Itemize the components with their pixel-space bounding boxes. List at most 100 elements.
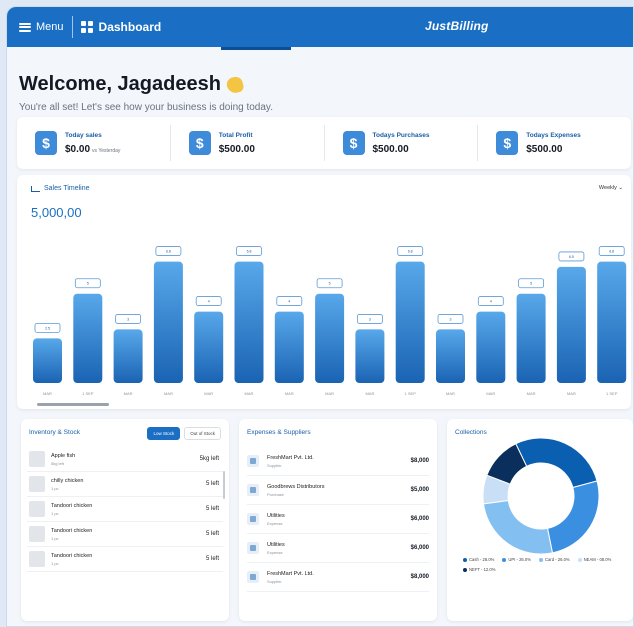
bar-value-label: 6.8 <box>609 250 614 254</box>
bar[interactable] <box>194 311 224 383</box>
bar-value-label: 5 <box>530 282 532 286</box>
expense-row[interactable]: FreshMart Pvt. Ltd. Supplier $8,000 <box>247 447 429 476</box>
inventory-row[interactable]: Tandoori chicken 1 pc 5 left <box>27 522 223 547</box>
stock-left: 5 left <box>205 506 219 512</box>
stats-bar: $ Today sales $0.00 vs Yesterday $ Total … <box>17 117 631 169</box>
donut-slice-card[interactable] <box>482 499 554 555</box>
bar[interactable] <box>516 293 546 383</box>
stat-value: $0.00 vs Yesterday <box>65 143 121 155</box>
bar[interactable] <box>113 329 143 383</box>
x-tick-label: MAR <box>164 391 173 396</box>
bar[interactable] <box>73 293 103 383</box>
legend-item: NEFT - 12.0% <box>463 567 495 572</box>
bar-value-label: 5 <box>329 282 331 286</box>
bar[interactable] <box>476 311 506 383</box>
horizontal-scrollbar[interactable] <box>37 403 109 406</box>
expense-amount: $8,000 <box>410 458 429 464</box>
stock-left: 5kg left <box>199 456 219 462</box>
grid-icon <box>80 21 93 33</box>
supplier-icon <box>247 513 259 525</box>
stat-today-sales[interactable]: $ Today sales $0.00 vs Yesterday <box>17 125 170 161</box>
product-qty: 1 pc <box>51 510 59 516</box>
bar-value-label: 6.5 <box>569 255 574 259</box>
supplier-type: Purchase <box>267 491 284 497</box>
product-qty: 1 pc <box>51 535 59 541</box>
bar-value-label: 4 <box>490 300 492 304</box>
product-thumbnail <box>29 526 45 542</box>
product-qty: 1 pc <box>51 560 59 566</box>
inventory-row[interactable]: Tandoori chicken 1 pc 5 left <box>27 547 223 572</box>
inventory-list: Apple fish 5kg left 5kg left chilly chicken… <box>27 447 223 572</box>
welcome-section: Welcome, Jagadeesh You're all set! Let's… <box>7 47 633 113</box>
inventory-row[interactable]: chilly chicken 1 pc 5 left <box>27 472 223 497</box>
x-tick-label: MAR <box>446 391 455 396</box>
stock-left: 5 left <box>205 481 219 487</box>
stat-total-profit[interactable]: $ Total Profit $500.00 <box>169 125 324 161</box>
x-tick-label: MAR <box>325 391 334 396</box>
expenses-panel: Expenses & Suppliers FreshMart Pvt. Ltd.… <box>239 419 437 621</box>
stat-label: Today sales <box>65 131 102 139</box>
bar[interactable] <box>315 293 345 383</box>
stat-label: Total Profit <box>218 131 253 139</box>
legend-dot <box>577 557 582 562</box>
stat-todays-expenses[interactable]: $ Todays Expenses $500.00 <box>477 125 631 161</box>
inventory-row[interactable]: Apple fish 5kg left 5kg left <box>27 447 223 472</box>
legend-item: Card - 26.0% <box>538 557 570 562</box>
supplier-icon <box>247 455 259 467</box>
bar-value-label: 3 <box>369 317 371 321</box>
dollar-icon: $ <box>342 131 365 155</box>
bar[interactable] <box>556 266 586 383</box>
dashboard-label: Dashboard <box>98 20 162 34</box>
stat-label: Todays Purchases <box>372 131 430 139</box>
dashboard-nav[interactable]: Dashboard <box>80 20 162 34</box>
dollar-icon: $ <box>35 131 57 155</box>
expense-amount: $5,000 <box>410 487 429 493</box>
bar[interactable] <box>355 329 385 383</box>
expense-row[interactable]: FreshMart Pvt. Ltd. Supplier $8,000 <box>247 563 429 592</box>
bar[interactable] <box>395 261 425 383</box>
expense-amount: $6,000 <box>410 516 429 522</box>
expenses-list: FreshMart Pvt. Ltd. Supplier $8,000 Goodbre… <box>247 447 429 592</box>
bar-value-label: 2.5 <box>45 326 50 330</box>
menu-button[interactable]: Menu <box>19 21 64 33</box>
bar[interactable] <box>33 338 62 383</box>
supplier-icon <box>247 571 259 583</box>
expense-row[interactable]: Utilities Expense $6,000 <box>247 534 429 563</box>
inventory-row[interactable]: Tandoori chicken 1 pc 5 left <box>27 497 223 522</box>
supplier-name: Goodbrews Distributors <box>267 483 325 490</box>
inventory-panel: Inventory & Stock Low Stock Out of Stock… <box>21 419 229 621</box>
x-tick-label: MAR <box>124 391 133 396</box>
product-thumbnail <box>29 551 45 567</box>
x-tick-label: MAR <box>245 391 254 396</box>
bar[interactable] <box>234 261 264 383</box>
stat-value: $500.00 <box>372 143 409 155</box>
collections-legend: Cash - 28.0% UPI - 26.0% Card - 26.0% NEAM … <box>463 557 631 572</box>
bar[interactable] <box>436 329 465 383</box>
expense-row[interactable]: Goodbrews Distributors Purchase $5,000 <box>247 476 429 505</box>
tab-low-stock[interactable]: Low Stock <box>147 427 181 440</box>
stat-label: Todays Expenses <box>526 131 581 139</box>
legend-item: NEAM - 08.0% <box>577 557 611 562</box>
stat-todays-purchases[interactable]: $ Todays Purchases $500.00 <box>323 125 478 161</box>
wave-hand-icon <box>225 74 245 95</box>
supplier-name: FreshMart Pvt. Ltd. <box>267 454 314 461</box>
tab-out-of-stock[interactable]: Out of Stock <box>184 427 221 440</box>
bar-value-label: 6.8 <box>408 250 413 254</box>
bar[interactable] <box>274 311 304 383</box>
bar[interactable] <box>153 261 183 383</box>
donut-slice-cash[interactable] <box>515 437 598 489</box>
x-tick-label: MAR <box>567 391 576 396</box>
x-tick-label: 1 SEP <box>82 391 94 396</box>
expense-row[interactable]: Utilities Expense $6,000 <box>247 505 429 534</box>
bar-value-label: 3 <box>450 317 452 321</box>
app-window: Menu Dashboard JustBilling Welcome, Jaga… <box>6 6 634 627</box>
bar-value-label: 6.8 <box>247 250 252 254</box>
supplier-type: Supplier <box>267 578 282 584</box>
donut-slice-upi[interactable] <box>546 480 600 554</box>
bar[interactable] <box>597 261 627 383</box>
x-tick-label: 1 SEP <box>405 391 417 396</box>
scrollbar[interactable] <box>223 471 225 499</box>
menu-label: Menu <box>36 21 64 33</box>
x-tick-label: MAR <box>43 391 52 396</box>
product-qty: 1 pc <box>51 485 59 491</box>
